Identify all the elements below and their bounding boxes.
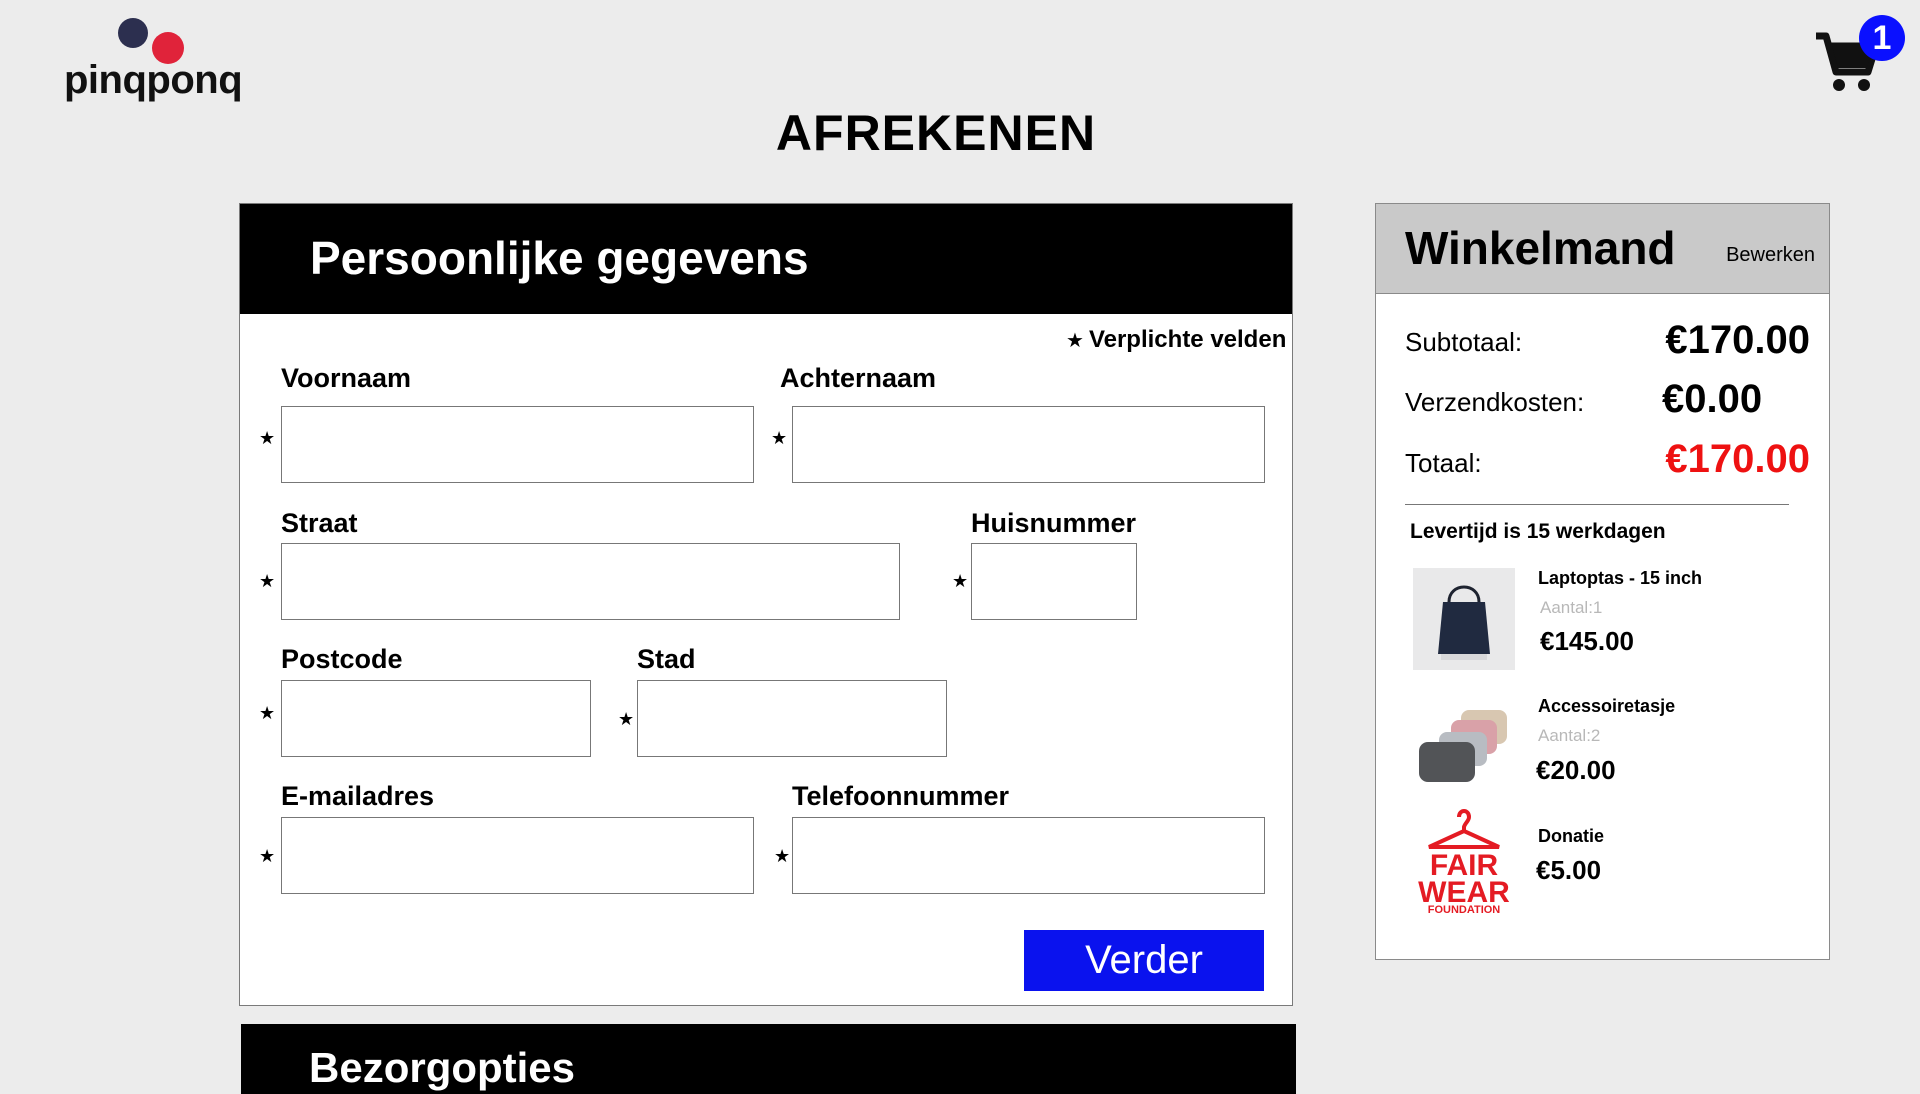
required-fields-note: ★ Verplichte velden — [1066, 326, 1286, 354]
delivery-options-panel[interactable]: Bezorgopties — [241, 1024, 1296, 1094]
huisnummer-label: Huisnummer — [971, 508, 1137, 538]
required-star-icon: ★ — [1066, 330, 1084, 352]
pouch-illustration — [1419, 710, 1507, 782]
straat-input[interactable] — [281, 543, 900, 620]
shipping-label: Verzendkosten: — [1405, 387, 1585, 417]
required-star-icon: ★ — [259, 571, 276, 591]
item-price: €20.00 — [1536, 755, 1616, 785]
cart-summary-header: Winkelmand Bewerken — [1376, 204, 1829, 294]
laptop-bag-illustration — [1413, 568, 1515, 670]
pinqponq-logo[interactable]: pinqponq — [64, 16, 243, 106]
edit-cart-link[interactable]: Bewerken — [1726, 244, 1815, 267]
logo-wordmark: pinqponq — [64, 58, 243, 102]
postcode-input[interactable] — [281, 680, 591, 757]
email-label: E-mailadres — [281, 781, 435, 811]
required-star-icon: ★ — [952, 571, 969, 591]
item-quantity: Aantal:2 — [1538, 726, 1601, 745]
delivery-options-title: Bezorgopties — [309, 1044, 576, 1091]
summary-divider — [1405, 504, 1789, 505]
stad-label: Stad — [637, 644, 696, 674]
item-name: Laptoptas - 15 inch — [1538, 568, 1703, 588]
fair-wear-text-foundation: FOUNDATION — [1428, 904, 1501, 915]
laptop-bag-image — [1413, 568, 1515, 670]
total-label: Totaal: — [1405, 448, 1482, 478]
telefoon-label: Telefoonnummer — [792, 781, 1010, 811]
fair-wear-foundation-logo: FAIR WEAR FOUNDATION — [1418, 809, 1510, 916]
item-price: €5.00 — [1536, 855, 1602, 885]
voornaam-input[interactable] — [281, 406, 754, 483]
voornaam-label: Voornaam — [281, 363, 412, 393]
subtotal-value: €170.00 — [1665, 318, 1810, 362]
required-star-icon: ★ — [259, 703, 276, 723]
required-star-icon: ★ — [259, 428, 276, 448]
item-quantity: Aantal:1 — [1540, 598, 1603, 617]
cart-button[interactable]: 1 — [1814, 15, 1905, 98]
personal-details-header: Persoonlijke gegevens — [240, 204, 1292, 314]
logo-navy-dot — [118, 18, 148, 48]
total-value: €170.00 — [1665, 437, 1810, 481]
personal-details-title: Persoonlijke gegevens — [310, 232, 809, 284]
required-fields-label: Verplichte velden — [1088, 326, 1287, 353]
page-title: AFREKENEN — [775, 105, 1097, 161]
email-input[interactable] — [281, 817, 754, 894]
stad-input[interactable] — [637, 680, 947, 757]
cart-count-badge: 1 — [1859, 15, 1905, 61]
achternaam-label: Achternaam — [780, 363, 937, 393]
postcode-label: Postcode — [281, 644, 403, 674]
item-name: Donatie — [1538, 826, 1605, 846]
required-star-icon: ★ — [774, 846, 791, 866]
shipping-value: €0.00 — [1662, 377, 1763, 421]
cart-title: Winkelmand — [1405, 222, 1676, 274]
delivery-time: Levertijd is 15 werkdagen — [1410, 520, 1666, 543]
pouch-image — [1413, 698, 1515, 800]
huisnummer-input[interactable] — [971, 543, 1137, 620]
straat-label: Straat — [281, 508, 358, 538]
required-star-icon: ★ — [771, 428, 788, 448]
achternaam-input[interactable] — [792, 406, 1265, 483]
verder-button[interactable]: Verder — [1024, 930, 1264, 991]
item-name: Accessoiretasje — [1538, 696, 1676, 716]
fair-wear-logo: FAIR WEAR FOUNDATION — [1413, 803, 1515, 916]
required-star-icon: ★ — [259, 846, 276, 866]
item-price: €145.00 — [1540, 626, 1634, 656]
telefoon-input[interactable] — [792, 817, 1265, 894]
required-star-icon: ★ — [618, 709, 635, 729]
subtotal-label: Subtotaal: — [1405, 327, 1523, 357]
